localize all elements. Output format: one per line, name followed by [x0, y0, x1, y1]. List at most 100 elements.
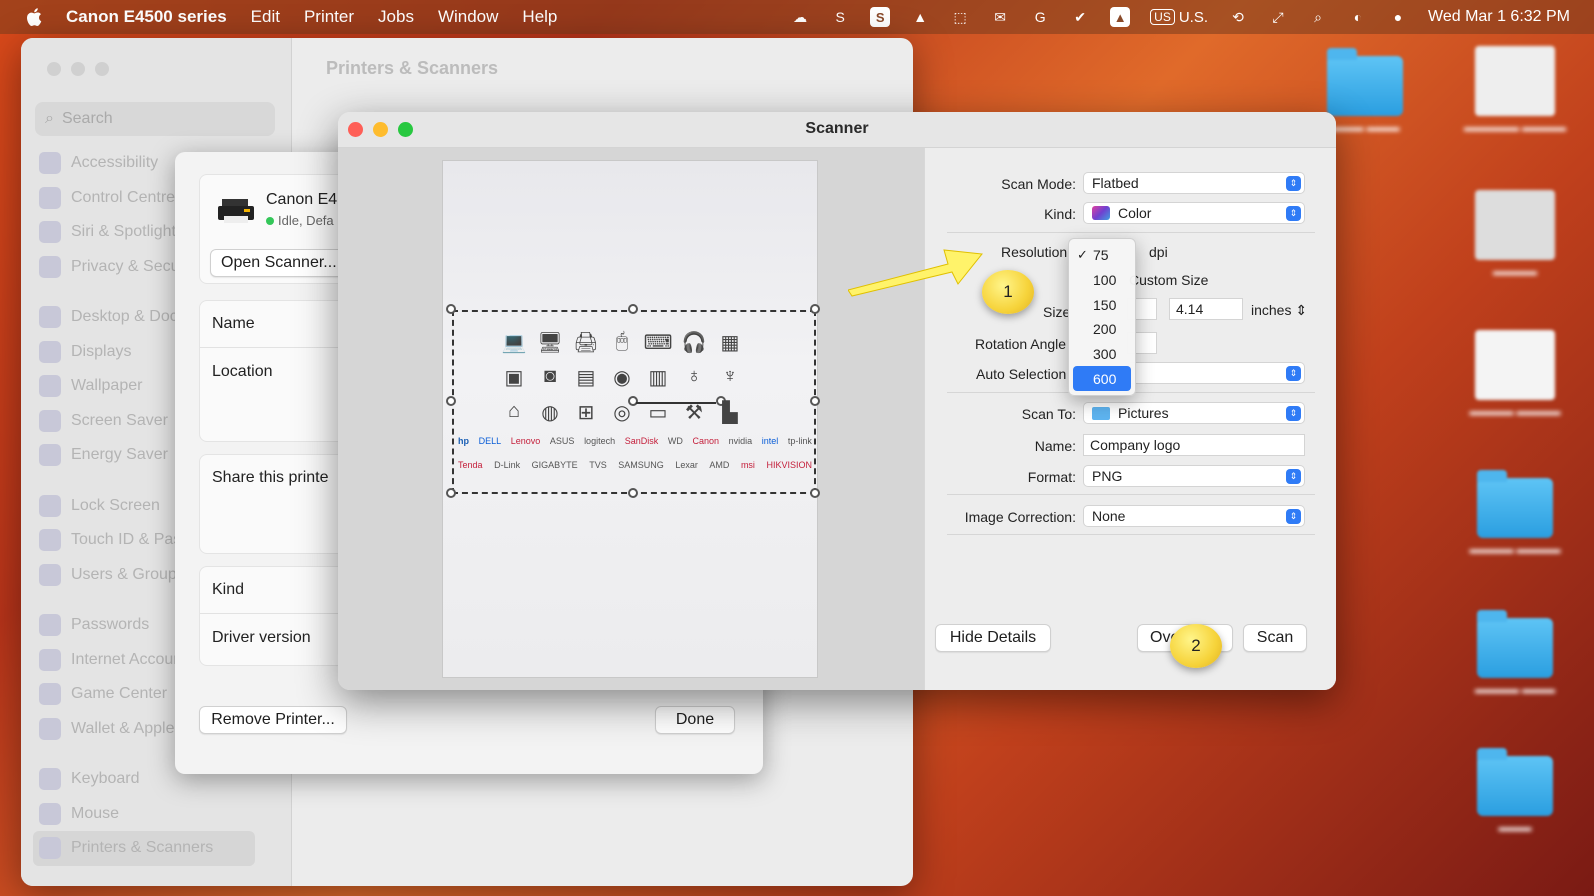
selection-handle[interactable] — [446, 396, 456, 406]
status-area: ☁ S S ▲ ⬚ ✉ G ✔ ▲ US U.S. ⟲ ⤢ ⌕ ◐ ● Wed … — [790, 0, 1594, 34]
screen-saver-icon — [39, 409, 61, 432]
size-height-input[interactable]: 4.14 — [1169, 298, 1243, 320]
folder-icon — [1092, 406, 1110, 420]
selection-handle[interactable] — [810, 304, 820, 314]
s-box-icon[interactable]: S — [870, 7, 891, 27]
chevron-updown-icon: ⇕ — [1286, 406, 1301, 421]
desktop-icon — [39, 306, 61, 329]
size-label: Size — [1043, 304, 1071, 320]
scan-button[interactable]: Scan — [1243, 624, 1307, 652]
displays-icon — [39, 340, 61, 363]
disc-icon: ◎ — [613, 402, 631, 424]
open-scanner-button[interactable]: Open Scanner... — [210, 249, 350, 277]
printer-icon — [39, 837, 61, 860]
share-label: Share this printe — [212, 469, 329, 486]
done-button[interactable]: Done — [655, 706, 735, 734]
scan-to-select[interactable]: Pictures ⇕ — [1083, 402, 1305, 424]
location-label: Location — [212, 363, 273, 380]
s-app-icon[interactable]: S — [830, 7, 850, 27]
printer-status: Idle, Defa — [266, 213, 334, 228]
desktop-folder[interactable]: ▬▬▬▬ ▬▬▬ — [1460, 610, 1570, 696]
resolution-option-300[interactable]: 300 — [1073, 342, 1131, 367]
control-center-icon[interactable]: ◐ — [1348, 7, 1368, 27]
auto-selection-select[interactable]: ⇕ — [1127, 362, 1305, 384]
input-source[interactable]: US U.S. — [1150, 9, 1208, 26]
printer-status-text: Idle, Defa — [278, 213, 334, 228]
desktop-folder[interactable]: ▬▬▬ — [1460, 748, 1570, 834]
image-correction-select[interactable]: None ⇕ — [1083, 505, 1305, 527]
scan-mode-label: Scan Mode: — [1001, 176, 1076, 192]
desktop-file[interactable]: ▬▬▬▬ ▬▬▬▬ — [1460, 330, 1570, 418]
sidebar-item-mouse[interactable]: Mouse — [39, 797, 255, 832]
search-placeholder: Search — [61, 110, 113, 127]
custom-size-select[interactable]: Custom Size — [1129, 272, 1208, 288]
time-machine-icon[interactable]: ⟲ — [1228, 7, 1248, 27]
desktop-file[interactable]: ▬▬▬▬ — [1460, 190, 1570, 278]
desktop-folder[interactable]: ▬▬▬▬ ▬▬▬▬ — [1460, 470, 1570, 556]
close-button[interactable] — [47, 62, 61, 76]
mouse-icon: 🖱 — [616, 330, 628, 352]
clock[interactable]: Wed Mar 1 6:32 PM — [1428, 8, 1570, 26]
resolution-option-600[interactable]: 600 — [1073, 366, 1131, 392]
resolution-option-150[interactable]: 150 — [1073, 292, 1131, 317]
apple-icon[interactable] — [24, 6, 46, 28]
sidebar-item-printers-scanners[interactable]: Printers & Scanners — [33, 831, 255, 866]
minimize-button[interactable] — [71, 62, 85, 76]
fullscreen-icon[interactable]: ⤢ — [1268, 7, 1288, 27]
menu-printer[interactable]: Printer — [304, 7, 354, 27]
resolution-option-200[interactable]: 200 — [1073, 317, 1131, 342]
sidebar-item-label: Users & Groups — [71, 565, 185, 583]
folder-icon — [1327, 48, 1403, 116]
printer-icon: 🖨 — [573, 332, 599, 354]
size-unit-select[interactable]: inches ⇕ — [1251, 302, 1307, 319]
vlc-icon[interactable]: ▲ — [910, 7, 930, 27]
preview-device-icons: 💻 🖥 🖨 🖱 ⌨ 🎧 ▦ ▣ ◙ ▤ ◉ ▥ ♁ ♆ ⌂ ◍ ⊞ ◎ ▭ ⚒ ▙ — [496, 330, 796, 425]
file-name-input[interactable]: Company logo — [1083, 434, 1305, 456]
selection-handle[interactable] — [628, 304, 638, 314]
game-center-icon — [39, 683, 61, 706]
sidebar-item-label: Printers & Scanners — [71, 839, 214, 857]
desktop-file[interactable]: ▬▬▬▬▬ ▬▬▬▬ — [1460, 46, 1570, 134]
chevron-updown-icon: ⇕ — [1295, 302, 1308, 318]
chevron-updown-icon: ⇕ — [1286, 366, 1301, 381]
resolution-option-75[interactable]: ✓ 75 — [1073, 243, 1131, 268]
remove-printer-button[interactable]: Remove Printer... — [199, 706, 347, 734]
step-2-callout: 2 — [1170, 624, 1222, 668]
spotlight-search-icon[interactable]: ⌕ — [1308, 7, 1328, 27]
selection-handle[interactable] — [628, 488, 638, 498]
scan-mode-select[interactable]: Flatbed ⇕ — [1083, 172, 1305, 194]
resolution-label: Resolution — [1001, 244, 1068, 260]
kind-select[interactable]: Color ⇕ — [1083, 202, 1305, 224]
cpu-icon: ▣ — [504, 367, 524, 389]
selection-handle[interactable] — [446, 488, 456, 498]
scan-preview-pane: 💻 🖥 🖨 🖱 ⌨ 🎧 ▦ ▣ ◙ ▤ ◉ ▥ ♁ ♆ ⌂ ◍ ⊞ ◎ ▭ ⚒ ▙ hp DELL Lenovo A… — [338, 148, 924, 690]
drive-icon[interactable]: ▲ — [1110, 7, 1131, 27]
laptop-icon: 💻 — [501, 332, 527, 354]
resolution-option-100[interactable]: 100 — [1073, 268, 1131, 293]
hide-details-button[interactable]: Hide Details — [935, 624, 1051, 652]
menu-window[interactable]: Window — [438, 7, 498, 27]
menu-jobs[interactable]: Jobs — [378, 7, 414, 27]
settings-search-input[interactable]: ⌕ Search — [35, 102, 275, 136]
screenshot-icon[interactable]: ⬚ — [950, 7, 970, 27]
menu-edit[interactable]: Edit — [251, 7, 280, 27]
zoom-button[interactable] — [95, 62, 109, 76]
siri-icon[interactable]: ● — [1388, 7, 1408, 27]
grammarly-icon[interactable]: G — [1030, 7, 1050, 27]
sidebar-item-label: Screen Saver — [71, 411, 168, 429]
menu-help[interactable]: Help — [522, 7, 557, 27]
cloud-icon[interactable]: ☁ — [790, 7, 810, 27]
selection-handle[interactable] — [446, 304, 456, 314]
selection-handle[interactable] — [810, 396, 820, 406]
format-select[interactable]: PNG ⇕ — [1083, 465, 1305, 487]
sidebar-item-label: Siri & Spotlight — [71, 223, 176, 241]
app-menu[interactable]: Canon E4500 series — [66, 7, 227, 27]
wallpaper-icon — [39, 375, 61, 398]
check-icon[interactable]: ✔ — [1070, 7, 1090, 27]
format-label: Format: — [1027, 469, 1076, 485]
selection-handle[interactable] — [810, 488, 820, 498]
kind-label: Kind — [212, 581, 245, 598]
chevron-updown-icon: ⇕ — [1286, 509, 1301, 524]
lock-icon — [39, 494, 61, 517]
mail-icon[interactable]: ✉ — [990, 7, 1010, 27]
